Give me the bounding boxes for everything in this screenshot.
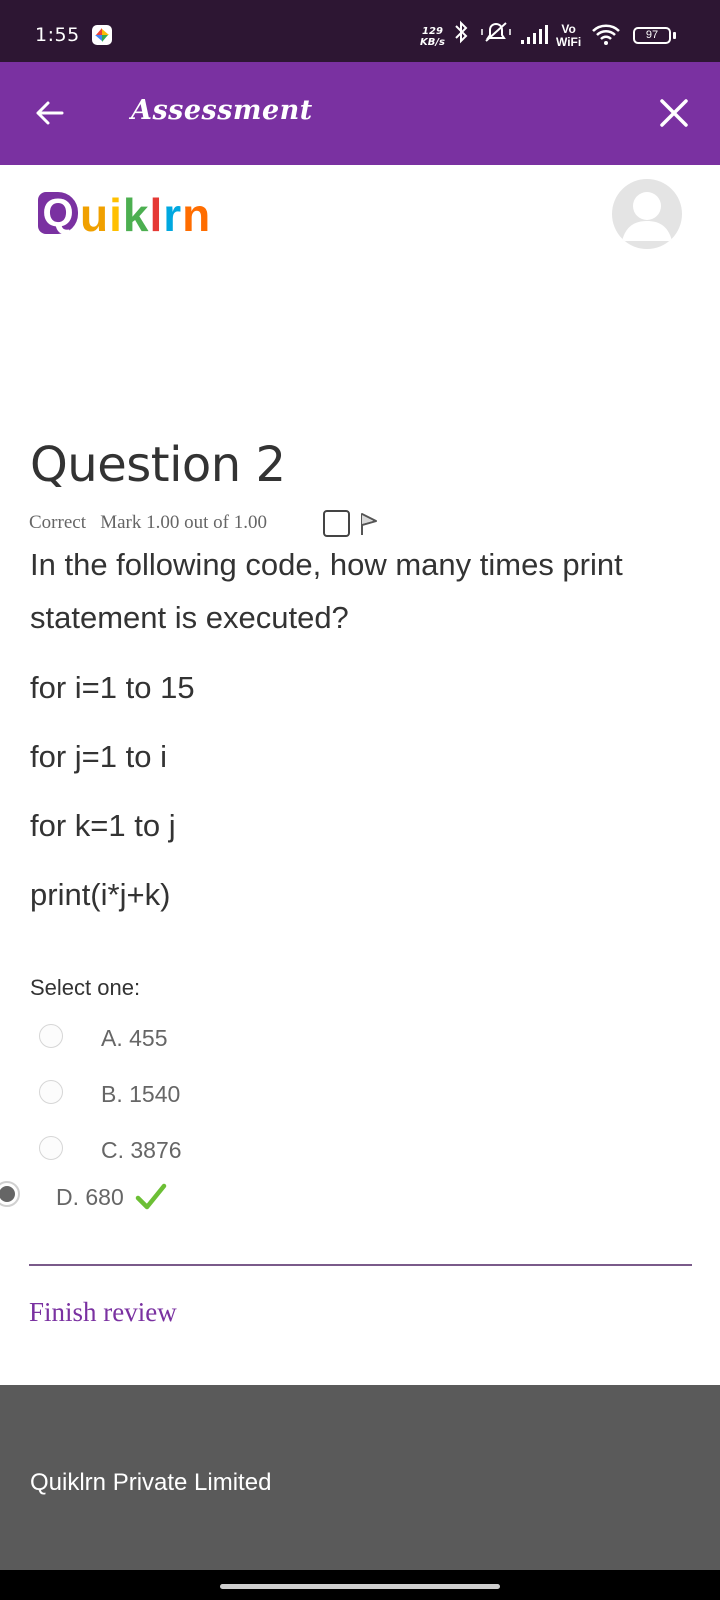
net-speed-indicator: 129 KB/s	[420, 26, 445, 48]
vowifi-bottom: WiFi	[556, 35, 582, 49]
divider	[29, 1264, 692, 1266]
finish-review-link[interactable]: Finish review	[29, 1297, 177, 1328]
option-a-radio[interactable]	[39, 1024, 63, 1048]
bluetooth-icon	[452, 20, 470, 50]
logo-q-mark: Q	[38, 192, 78, 234]
option-b-label[interactable]: B. 1540	[101, 1081, 180, 1108]
flag-question-checkbox[interactable]	[323, 510, 350, 537]
logo-letter: r	[163, 189, 183, 241]
correct-check-icon	[135, 1183, 167, 1211]
option-c-radio[interactable]	[39, 1136, 63, 1160]
code-line: for k=1 to j	[30, 808, 176, 843]
option-d-label[interactable]: D. 680	[56, 1184, 124, 1211]
status-bar: 1:55 129 KB/s Vo WiFi 97	[0, 0, 720, 62]
question-mark: Mark 1.00 out of 1.00	[100, 512, 267, 533]
battery-tip	[673, 32, 676, 39]
option-a-label[interactable]: A. 455	[101, 1025, 168, 1052]
app-bar-title: Assessment	[131, 95, 313, 126]
code-line: print(i*j+k)	[30, 877, 171, 912]
back-arrow-icon[interactable]	[32, 95, 68, 131]
vowifi-indicator: Vo WiFi	[556, 23, 581, 49]
question-text: In the following code, how many times pr…	[30, 547, 623, 635]
footer-company: Quiklrn Private Limited	[30, 1469, 272, 1496]
app-notification-icon	[92, 25, 112, 45]
select-one-prompt: Select one:	[30, 975, 141, 1000]
flag-icon[interactable]	[358, 511, 380, 537]
wifi-icon	[591, 22, 621, 46]
net-speed-value: 129	[422, 26, 443, 37]
code-line: for i=1 to 15	[30, 670, 195, 705]
option-c-label[interactable]: C. 3876	[101, 1137, 182, 1164]
question-status: Correct	[29, 512, 86, 533]
code-line: for j=1 to i	[30, 739, 167, 774]
option-d-radio[interactable]	[0, 1181, 20, 1207]
battery-indicator: 97	[633, 27, 671, 44]
logo-letter: n	[182, 189, 212, 241]
question-title: Question 2	[30, 437, 286, 493]
logo-letter: i	[109, 189, 123, 241]
app-bar: Assessment	[0, 62, 720, 165]
avatar[interactable]	[612, 179, 682, 249]
home-gesture-handle[interactable]	[220, 1584, 500, 1589]
logo-letter: l	[149, 189, 164, 241]
signal-icon	[520, 22, 550, 46]
option-b-radio[interactable]	[39, 1080, 63, 1104]
logo-wordmark: uiklrn	[80, 188, 211, 242]
question-meta: Correct Mark 1.00 out of 1.00	[29, 512, 267, 534]
logo-letter: k	[122, 189, 150, 241]
mute-icon	[478, 20, 514, 50]
net-speed-unit: KB/s	[420, 37, 445, 48]
status-time: 1:55	[35, 24, 80, 46]
logo-letter: u	[80, 189, 110, 241]
close-icon[interactable]	[657, 96, 691, 130]
